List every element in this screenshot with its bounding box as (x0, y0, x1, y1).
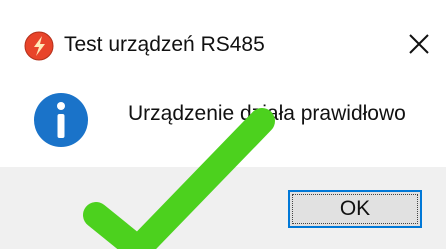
dialog-footer: OK (0, 167, 446, 249)
info-icon (34, 93, 88, 147)
close-icon (409, 34, 429, 54)
red-lightning-icon (24, 31, 54, 61)
dialog-content: Urządzenie działa prawidłowo (0, 80, 446, 167)
title-bar: Test urządzeń RS485 (0, 0, 446, 80)
window-title: Test urządzeń RS485 (64, 33, 265, 56)
dialog-message: Urządzenie działa prawidłowo (128, 102, 406, 125)
message-dialog: Test urządzeń RS485 Urządzenie działa pr… (0, 0, 446, 249)
ok-button[interactable]: OK (288, 190, 422, 228)
close-button[interactable] (402, 26, 436, 62)
